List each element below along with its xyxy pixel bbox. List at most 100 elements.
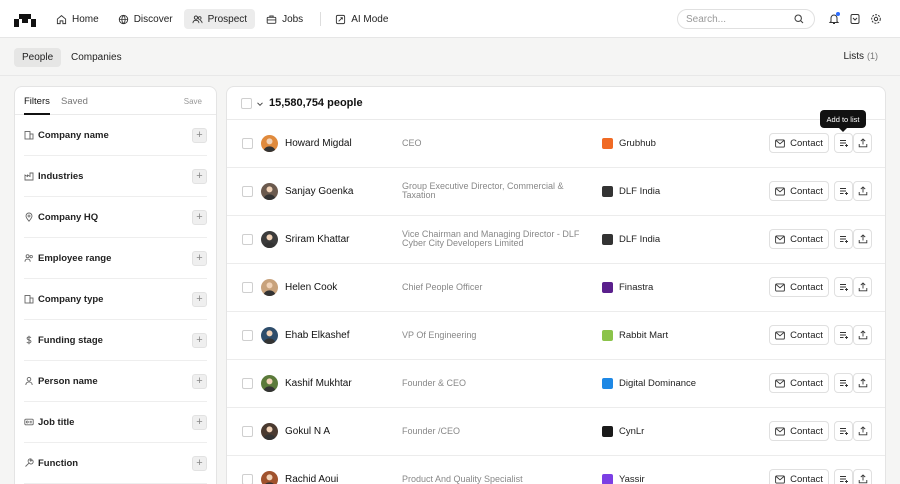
app-logo-icon[interactable]	[14, 11, 36, 27]
export-button[interactable]	[853, 181, 872, 201]
company-name[interactable]: Rabbit Mart	[619, 330, 668, 341]
company-name[interactable]: Grubhub	[619, 138, 656, 149]
add-to-list-button[interactable]	[834, 133, 853, 153]
contact-button[interactable]: Contact	[769, 325, 829, 345]
contact-button[interactable]: Contact	[769, 421, 829, 441]
avatar[interactable]	[261, 135, 278, 152]
add-filter-button[interactable]: +	[192, 456, 207, 471]
export-button[interactable]	[853, 325, 872, 345]
company-name[interactable]: Digital Dominance	[619, 378, 696, 389]
nav-item-jobs[interactable]: Jobs	[258, 9, 311, 29]
table-row[interactable]: Sriram Khattar Vice Chairman and Managin…	[227, 216, 885, 264]
export-button[interactable]	[853, 373, 872, 393]
contact-button[interactable]: Contact	[769, 469, 829, 484]
company-name[interactable]: DLF India	[619, 234, 660, 245]
row-checkbox[interactable]	[242, 138, 253, 149]
row-checkbox[interactable]	[242, 474, 253, 484]
tab-filters[interactable]: Filters	[24, 96, 50, 107]
person-name[interactable]: Sriram Khattar	[285, 234, 349, 245]
message-icon[interactable]	[849, 13, 861, 25]
search-input[interactable]	[686, 13, 794, 25]
table-row[interactable]: Ehab Elkashef VP Of Engineering Rabbit M…	[227, 312, 885, 360]
add-filter-button[interactable]: +	[192, 169, 207, 184]
table-row[interactable]: Gokul N A Founder /CEO CynLr Contact	[227, 408, 885, 456]
person-name[interactable]: Rachid Aoui	[285, 474, 338, 484]
gear-icon[interactable]	[870, 13, 882, 25]
row-checkbox[interactable]	[242, 282, 253, 293]
filter-employee-range[interactable]: Employee range +	[24, 238, 207, 279]
filter-funding-stage[interactable]: Funding stage +	[24, 320, 207, 361]
tab-companies[interactable]: Companies	[63, 48, 130, 67]
company-name[interactable]: Yassir	[619, 474, 645, 484]
add-filter-button[interactable]: +	[192, 210, 207, 225]
filter-job-title[interactable]: Job title +	[24, 402, 207, 443]
company-name[interactable]: CynLr	[619, 426, 644, 437]
export-button[interactable]	[853, 469, 872, 484]
row-checkbox[interactable]	[242, 378, 253, 389]
add-filter-button[interactable]: +	[192, 333, 207, 348]
table-row[interactable]: Sanjay Goenka Group Executive Director, …	[227, 168, 885, 216]
person-name[interactable]: Kashif Mukhtar	[285, 378, 352, 389]
add-to-list-button[interactable]	[834, 421, 853, 441]
contact-button[interactable]: Contact	[769, 373, 829, 393]
contact-button[interactable]: Contact	[769, 133, 829, 153]
row-checkbox[interactable]	[242, 234, 253, 245]
add-filter-button[interactable]: +	[192, 292, 207, 307]
person-name[interactable]: Ehab Elkashef	[285, 330, 350, 341]
add-to-list-button[interactable]	[834, 469, 853, 484]
row-checkbox[interactable]	[242, 186, 253, 197]
export-button[interactable]	[853, 229, 872, 249]
row-checkbox[interactable]	[242, 330, 253, 341]
filter-function[interactable]: Function +	[24, 443, 207, 484]
filter-person-name[interactable]: Person name +	[24, 361, 207, 402]
avatar[interactable]	[261, 231, 278, 248]
chevron-down-icon[interactable]	[256, 100, 264, 108]
avatar[interactable]	[261, 183, 278, 200]
save-filters-button[interactable]: Save	[184, 97, 202, 106]
tab-people[interactable]: People	[14, 48, 62, 67]
company-name[interactable]: Finastra	[619, 282, 653, 293]
add-to-list-button[interactable]	[834, 373, 853, 393]
filter-company-hq[interactable]: Company HQ +	[24, 197, 207, 238]
avatar[interactable]	[261, 327, 278, 344]
filter-industries[interactable]: Industries +	[24, 156, 207, 197]
table-row[interactable]: Howard Migdal CEO Grubhub Contact	[227, 120, 885, 168]
nav-item-prospect[interactable]: Prospect	[183, 9, 256, 29]
company-name[interactable]: DLF India	[619, 186, 660, 197]
filter-company-type[interactable]: Company type +	[24, 279, 207, 320]
contact-button[interactable]: Contact	[769, 181, 829, 201]
avatar[interactable]	[261, 471, 278, 484]
export-button[interactable]	[853, 421, 872, 441]
person-name[interactable]: Howard Migdal	[285, 138, 352, 149]
avatar[interactable]	[261, 279, 278, 296]
export-button[interactable]	[853, 277, 872, 297]
search-icon[interactable]	[794, 14, 804, 24]
tab-saved[interactable]: Saved	[61, 96, 88, 107]
global-search[interactable]	[677, 9, 815, 29]
add-to-list-button[interactable]	[834, 325, 853, 345]
table-row[interactable]: Rachid Aoui Product And Quality Speciali…	[227, 456, 885, 484]
person-name[interactable]: Sanjay Goenka	[285, 186, 353, 197]
select-all-checkbox[interactable]	[241, 98, 252, 109]
add-filter-button[interactable]: +	[192, 415, 207, 430]
add-filter-button[interactable]: +	[192, 128, 207, 143]
row-checkbox[interactable]	[242, 426, 253, 437]
add-to-list-button[interactable]	[834, 229, 853, 249]
lists-button[interactable]: Lists (1)	[843, 51, 878, 62]
add-filter-button[interactable]: +	[192, 251, 207, 266]
add-filter-button[interactable]: +	[192, 374, 207, 389]
filter-company-name[interactable]: Company name +	[24, 115, 207, 156]
add-to-list-button[interactable]	[834, 181, 853, 201]
avatar[interactable]	[261, 423, 278, 440]
table-row[interactable]: Kashif Mukhtar Founder & CEO Digital Dom…	[227, 360, 885, 408]
contact-button[interactable]: Contact	[769, 277, 829, 297]
nav-item-ai-mode[interactable]: AI Mode	[327, 9, 396, 29]
contact-button[interactable]: Contact	[769, 229, 829, 249]
table-row[interactable]: Helen Cook Chief People Officer Finastra…	[227, 264, 885, 312]
person-name[interactable]: Helen Cook	[285, 282, 337, 293]
add-to-list-button[interactable]	[834, 277, 853, 297]
export-button[interactable]	[853, 133, 872, 153]
person-name[interactable]: Gokul N A	[285, 426, 330, 437]
nav-item-discover[interactable]: Discover	[110, 9, 181, 29]
avatar[interactable]	[261, 375, 278, 392]
